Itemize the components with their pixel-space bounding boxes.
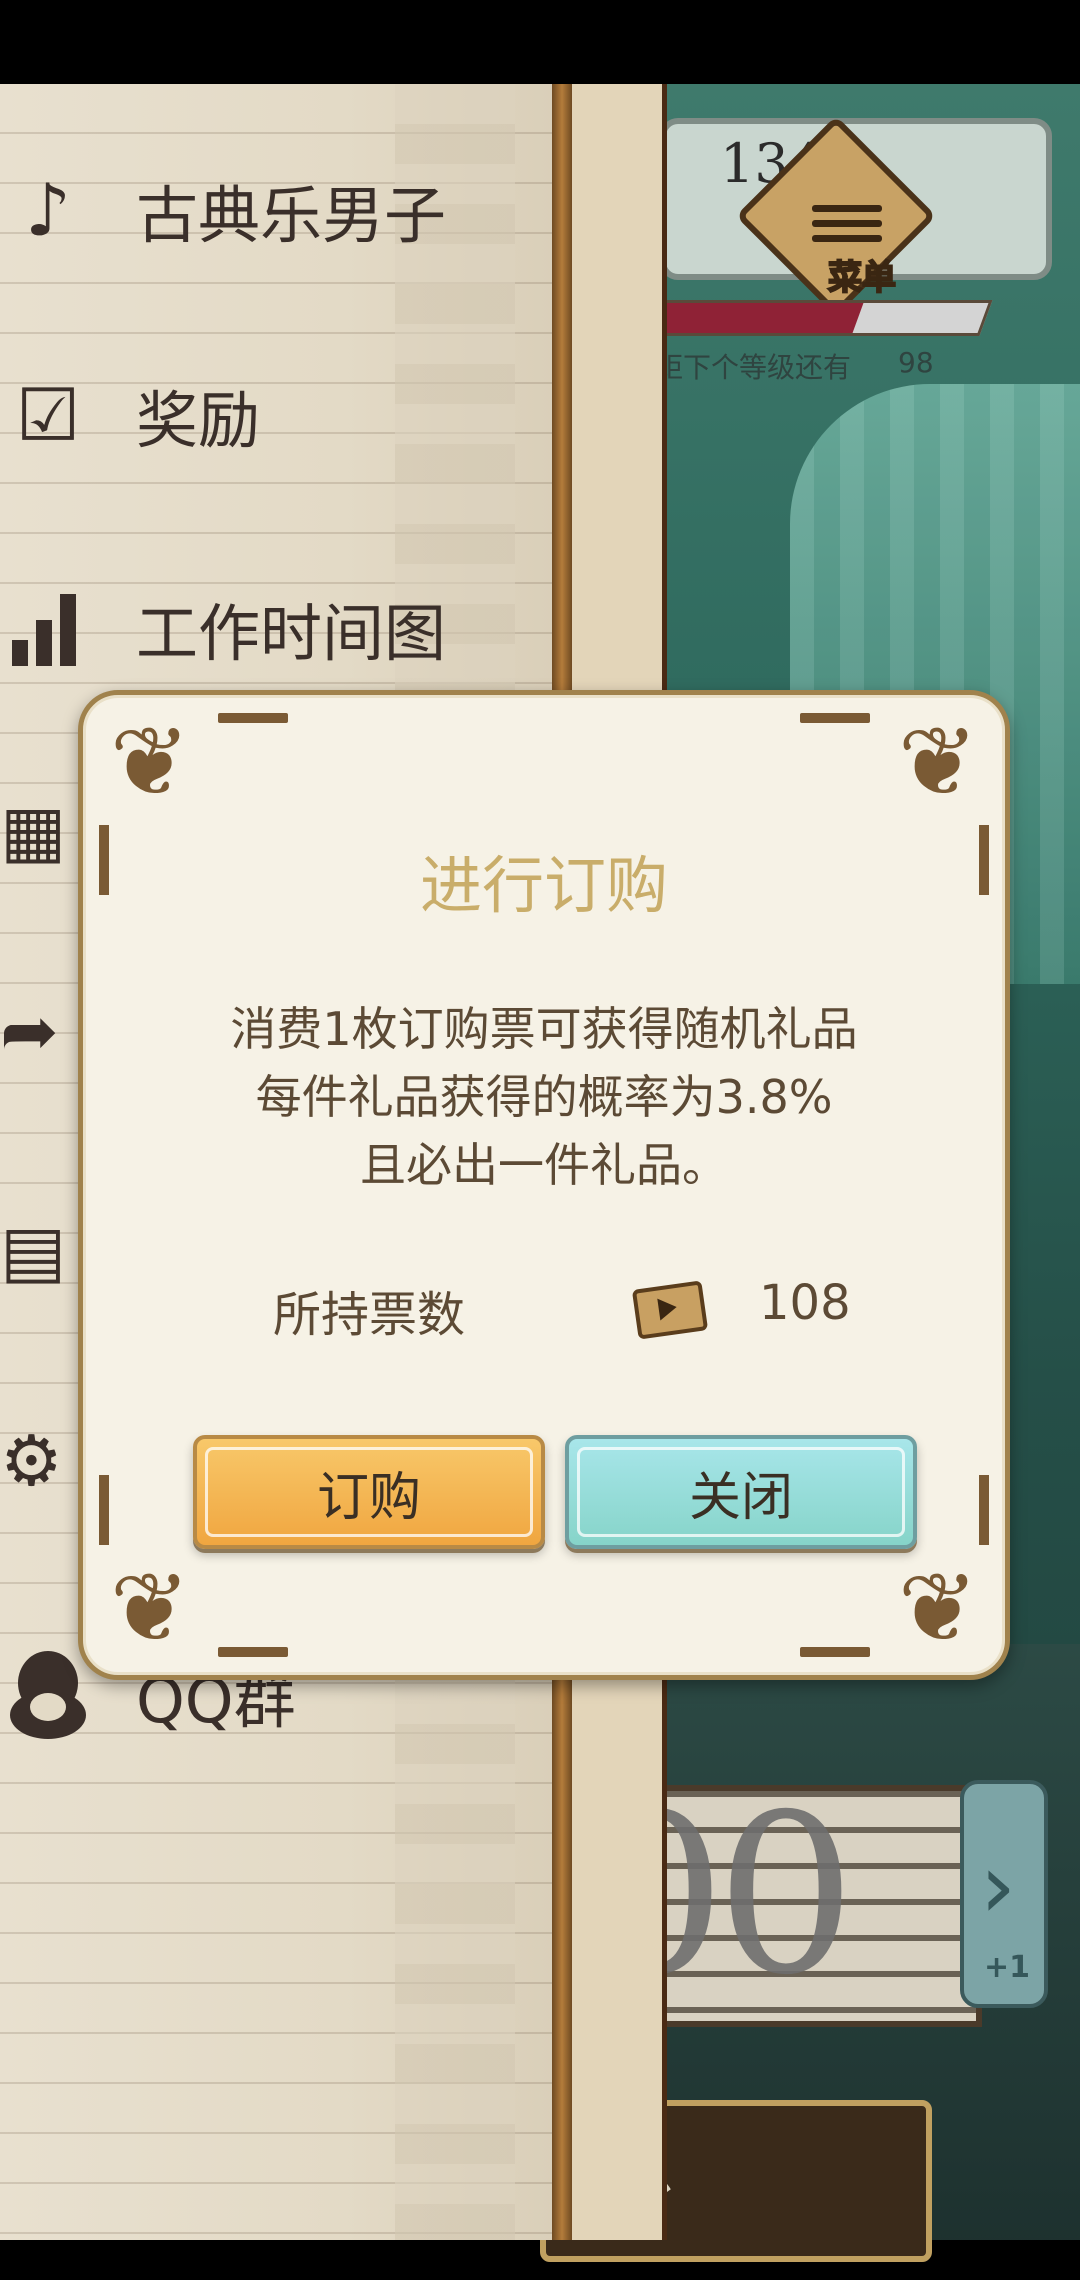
exp-text: 距下个等级还有 — [655, 351, 852, 384]
bar-chart-svg — [12, 594, 76, 666]
dialog-body: 消费1枚订购票可获得随机礼品 每件礼品获得的概率为3.8% 且必出一件礼品。 — [83, 995, 1005, 1199]
side-menu-label: 奖励 — [136, 384, 261, 457]
side-menu-label: 古典乐男子 — [136, 179, 447, 252]
share-icon[interactable]: ➦ — [0, 990, 59, 1072]
bar-chart-icon — [0, 586, 96, 670]
corner-ornament-icon: ❦ — [109, 706, 191, 818]
dialog-body-line: 消费1枚订购票可获得随机礼品 — [230, 1002, 858, 1056]
bar-ornament — [218, 713, 288, 723]
penguin-icon — [0, 1647, 96, 1743]
plus-one-label: +1 — [984, 1950, 1031, 1985]
dialog-title: 进行订购 — [419, 849, 668, 922]
gift-icon[interactable]: ▦ — [0, 790, 66, 872]
checkbox-icon: ☑ — [15, 373, 81, 457]
corner-ornament-icon: ❦ — [897, 706, 979, 818]
ticket-icon — [631, 1280, 709, 1340]
buy-button-label: 订购 — [316, 1467, 421, 1528]
music-note-icon: ♪ — [25, 168, 71, 252]
penguin-svg — [10, 1651, 86, 1739]
side-menu-label: 工作时间图 — [136, 597, 447, 670]
bar-ornament — [800, 1647, 870, 1657]
side-menu-item-schedule[interactable]: 工作时间图 — [0, 568, 520, 688]
close-button-label: 关闭 — [688, 1467, 793, 1528]
hamburger-icon — [812, 205, 882, 245]
ticket-count: 108 — [759, 1275, 851, 1331]
side-ornament — [99, 1475, 109, 1545]
gear-icon[interactable]: ⚙ — [0, 1420, 63, 1502]
next-arrow-button[interactable]: › +1 — [960, 1780, 1048, 2008]
chevron-right-icon: › — [980, 1834, 1016, 1939]
corner-ornament-icon: ❦ — [109, 1552, 191, 1664]
exp-bar-fill — [647, 303, 864, 333]
purchase-dialog: ❦ ❦ ❦ ❦ 进行订购 消费1枚订购票可获得随机礼品 每件礼品获得的概率为3.… — [78, 690, 1010, 1680]
exp-value: 98 — [898, 346, 934, 379]
close-button[interactable]: 关闭 — [565, 1435, 917, 1549]
grid-icon[interactable]: ▤ — [0, 1210, 66, 1292]
exp-bar — [643, 300, 993, 336]
bar-ornament — [218, 1647, 288, 1657]
side-menu-item-classical[interactable]: ♪ 古典乐男子 — [0, 150, 520, 270]
corner-ornament-icon: ❦ — [897, 1552, 979, 1664]
dialog-body-line: 且必出一件礼品。 — [360, 1138, 728, 1192]
side-menu-item-rewards[interactable]: ☑ 奖励 — [0, 355, 520, 475]
dialog-body-line: 每件礼品获得的概率为3.8% — [255, 1070, 833, 1124]
ticket-label: 所持票数 — [273, 1287, 466, 1343]
buy-button[interactable]: 订购 — [193, 1435, 545, 1549]
bar-ornament — [800, 713, 870, 723]
side-ornament — [979, 1475, 989, 1545]
menu-label[interactable]: 菜单 — [827, 250, 897, 299]
